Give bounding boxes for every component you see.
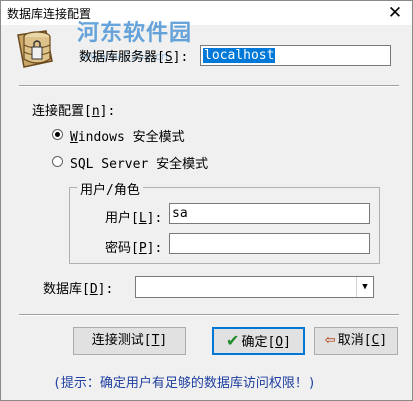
credentials-group-title: 用户/角色 <box>77 179 143 198</box>
close-button[interactable]: ✕ <box>384 2 406 24</box>
server-label: 数据库服务器[S]: <box>79 50 189 65</box>
user-input[interactable]: sa <box>169 203 370 224</box>
database-label: 数据库[D]: <box>43 282 114 297</box>
chevron-down-icon[interactable]: ▼ <box>356 277 373 297</box>
permission-hint: (提示：确定用户有足够的数据库访问权限！) <box>53 376 316 391</box>
exit-door-icon: ⇦ <box>324 333 336 348</box>
user-label: 用户[L]: <box>105 211 163 226</box>
checkmark-icon: ✔ <box>226 331 240 350</box>
cancel-button[interactable]: ⇦ 取消[C] <box>314 327 398 355</box>
password-label: 密码[P]: <box>105 241 163 256</box>
radio-windows-auth-label[interactable]: Windows 安全模式 <box>70 126 185 145</box>
radio-sql-auth-label[interactable]: SQL Server 安全模式 <box>70 153 208 172</box>
watermark-text: 河东软件园 <box>77 21 193 46</box>
ok-button[interactable]: ✔ 确定[O] <box>212 327 305 355</box>
connection-label: 连接配置[n]: <box>32 104 116 119</box>
divider-top <box>19 85 399 87</box>
radio-windows-auth[interactable] <box>52 129 63 140</box>
radio-sql-auth[interactable] <box>52 156 63 167</box>
database-combo[interactable]: ▼ <box>135 276 374 298</box>
connection-config-dialog: 数据库连接配置 ✕ 河东软件园 www.pc0359.cn 数据库服务器[S]:… <box>0 0 413 401</box>
title-bar: 数据库连接配置 ✕ <box>1 1 412 25</box>
password-input[interactable] <box>169 233 370 254</box>
divider-bottom <box>19 314 399 316</box>
database-logo-icon <box>17 30 53 68</box>
server-input-value: localhost <box>203 48 276 63</box>
test-connection-button[interactable]: 连接测试[T] <box>73 327 186 355</box>
server-input[interactable]: localhost <box>200 45 391 66</box>
